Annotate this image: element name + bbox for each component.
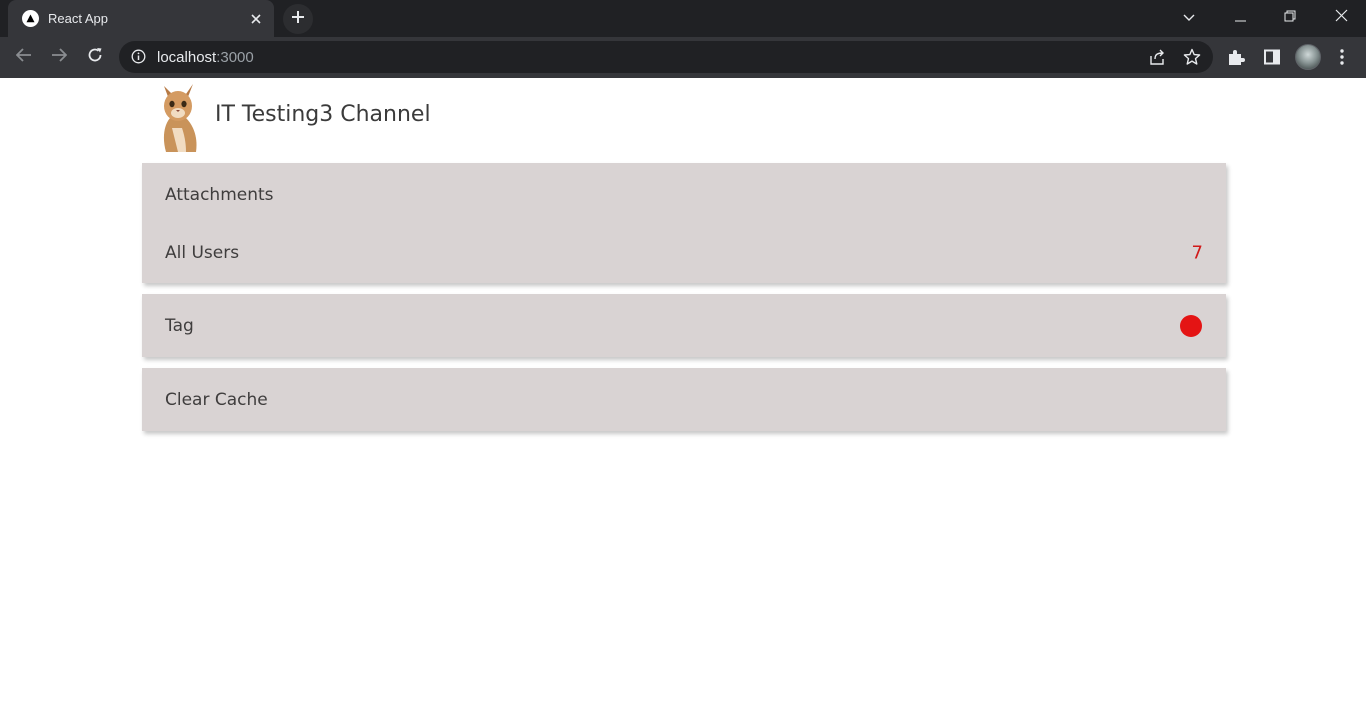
browser-tab-react-app[interactable]: React App [8,0,274,38]
tag-label: Tag [165,316,194,336]
attachments-item[interactable]: Attachments [142,166,1226,224]
tab-search-button[interactable] [1166,0,1212,36]
window-close-button[interactable] [1318,0,1364,36]
restore-icon [1284,9,1296,27]
url-port: :3000 [216,49,254,66]
share-icon[interactable] [1147,47,1167,67]
menu-card-cache: Clear Cache [142,368,1226,431]
all-users-item[interactable]: All Users 7 [142,224,1226,282]
address-bar[interactable]: localhost:3000 [119,41,1213,73]
new-tab-button[interactable] [283,4,313,34]
clear-cache-label: Clear Cache [165,390,268,410]
info-icon[interactable] [131,49,146,69]
react-favicon-icon [22,10,39,27]
menu-kebab-icon[interactable] [1330,45,1354,69]
url-text: localhost:3000 [157,49,254,66]
browser-toolbar: localhost:3000 [0,37,1366,78]
tag-item[interactable]: Tag [142,297,1226,355]
back-button[interactable] [8,41,40,73]
attachments-label: Attachments [165,185,274,205]
sidebar-icon[interactable] [1260,45,1284,69]
minimize-icon [1234,9,1246,27]
puzzle-icon[interactable] [1224,45,1248,69]
clear-cache-item[interactable]: Clear Cache [142,371,1226,429]
page-content: IT Testing3 Channel Attachments All User… [0,78,1366,725]
cat-logo [156,80,202,152]
star-icon[interactable] [1182,47,1202,67]
page-title: IT Testing3 Channel [215,102,431,127]
avatar[interactable] [1295,44,1321,70]
all-users-count: 7 [1191,242,1203,264]
url-host: localhost [157,49,217,66]
tab-title: React App [48,11,108,26]
browser-titlebar: React App [0,0,1366,38]
forward-icon [51,47,68,67]
reload-icon [87,47,103,68]
back-icon [15,47,32,67]
window-close-icon [1335,9,1348,27]
chevron-down-icon [1183,9,1195,27]
reload-button[interactable] [79,41,111,73]
minimize-button[interactable] [1217,0,1263,36]
close-icon[interactable] [245,8,267,30]
forward-button[interactable] [43,41,75,73]
all-users-label: All Users [165,243,240,263]
restore-button[interactable] [1267,0,1313,36]
menu-card-users: Attachments All Users 7 [142,163,1226,283]
menu-card-tag: Tag [142,294,1226,357]
channel-header: IT Testing3 Channel [142,78,1226,154]
status-indicator-dot [1180,315,1202,337]
plus-icon [291,10,305,29]
